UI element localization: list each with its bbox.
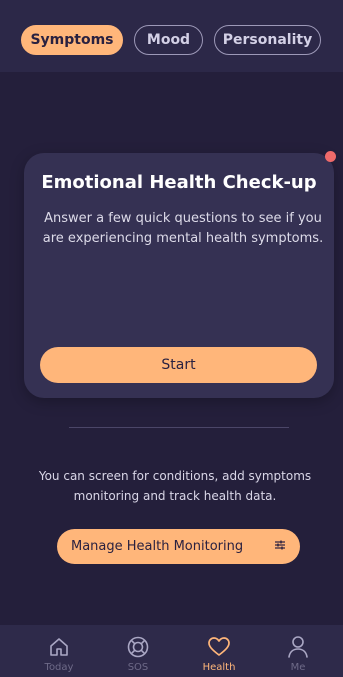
card-title: Emotional Health Check-up (41, 172, 317, 193)
bottom-navigation: Today SOS Health Me (0, 625, 343, 677)
health-checkup-card: Emotional Health Check-up Answer a few q… (24, 153, 334, 398)
divider (69, 427, 289, 428)
notification-dot (325, 151, 336, 162)
top-tab-bar: Symptoms Mood Personality (0, 0, 343, 72)
nav-health[interactable]: Health (189, 625, 249, 677)
nav-label: Today (44, 662, 74, 673)
start-button[interactable]: Start (40, 347, 317, 383)
heart-icon (207, 634, 231, 660)
tab-mood[interactable]: Mood (134, 25, 203, 55)
nav-label: Health (202, 662, 236, 673)
tab-symptoms[interactable]: Symptoms (21, 25, 123, 55)
manage-health-monitoring-button[interactable]: Manage Health Monitoring (57, 529, 300, 564)
manage-button-label: Manage Health Monitoring (71, 539, 244, 554)
tab-personality[interactable]: Personality (214, 25, 321, 55)
card-description: Answer a few quick questions to see if y… (42, 211, 324, 246)
person-icon (287, 634, 309, 660)
home-icon (48, 634, 70, 660)
sliders-icon (274, 539, 286, 555)
lifebuoy-icon (126, 634, 150, 660)
nav-sos[interactable]: SOS (108, 625, 168, 677)
info-text: You can screen for conditions, add sympt… (38, 469, 312, 503)
nav-today[interactable]: Today (29, 625, 89, 677)
nav-label: SOS (127, 662, 149, 673)
nav-me[interactable]: Me (268, 625, 328, 677)
nav-label: Me (290, 662, 306, 673)
